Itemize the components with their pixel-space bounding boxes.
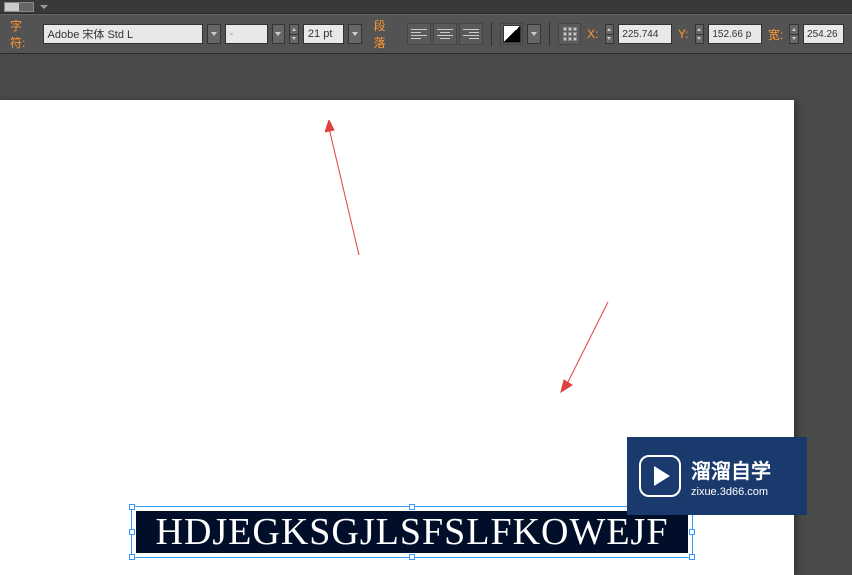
font-style-dropdown-btn[interactable] (272, 24, 286, 44)
y-value: 152.66 p (712, 29, 751, 40)
font-size-select[interactable]: 21 pt (303, 24, 344, 44)
text-frame-selection[interactable]: HDJEGKSGJLSFSLFKOWEJF (131, 506, 693, 558)
alignment-group (407, 23, 483, 45)
watermark-logo (639, 455, 681, 497)
resize-handle-tl[interactable] (129, 504, 135, 510)
spinner-up[interactable] (290, 25, 298, 35)
divider (549, 22, 550, 46)
text-selection-highlight: HDJEGKSGJLSFSLFKOWEJF (136, 511, 688, 553)
font-style-select[interactable]: - (225, 24, 268, 44)
watermark: 溜溜自学 zixue.3d66.com (627, 437, 807, 515)
resize-handle-tm[interactable] (409, 504, 415, 510)
spinner-down[interactable] (290, 35, 298, 44)
spinner-down[interactable] (606, 35, 614, 44)
align-right-button[interactable] (459, 23, 483, 45)
x-value: 225.744 (622, 29, 658, 40)
selected-text-content: HDJEGKSGJLSFSLFKOWEJF (156, 510, 669, 554)
annotation-arrow-1 (325, 120, 365, 260)
spinner-down[interactable] (696, 35, 704, 44)
align-center-button[interactable] (433, 23, 457, 45)
annotation-arrow-2 (558, 300, 613, 395)
spinner-up[interactable] (696, 25, 704, 35)
width-spinner[interactable] (789, 24, 799, 44)
text-toolbar: 字符: Adobe 宋体 Std L - 21 pt 段落 (0, 14, 852, 54)
swatch-dropdown-btn[interactable] (527, 24, 541, 44)
font-size-dropdown-btn[interactable] (348, 24, 362, 44)
chevron-down-icon (211, 32, 217, 36)
spinner-up[interactable] (790, 25, 798, 35)
view-mode-icon[interactable] (4, 2, 34, 12)
y-label: Y: (676, 27, 691, 41)
x-label: X: (585, 27, 600, 41)
fill-swatch-icon (503, 25, 521, 43)
spinner-up[interactable] (606, 25, 614, 35)
chevron-down-icon (275, 32, 281, 36)
font-style-value: - (230, 28, 234, 40)
font-family-select[interactable]: Adobe 宋体 Std L (43, 24, 203, 44)
divider (491, 22, 492, 46)
chevron-down-icon (352, 32, 358, 36)
play-icon (654, 466, 670, 486)
swatch-button[interactable] (500, 23, 523, 45)
reference-point-button[interactable] (558, 23, 581, 45)
resize-handle-bm[interactable] (409, 554, 415, 560)
align-left-button[interactable] (407, 23, 431, 45)
font-family-value: Adobe 宋体 Std L (48, 26, 134, 42)
chevron-down-icon (531, 32, 537, 36)
watermark-text-group: 溜溜自学 zixue.3d66.com (691, 455, 771, 498)
spinner-down[interactable] (790, 35, 798, 44)
y-spinner[interactable] (695, 24, 705, 44)
dropdown-arrow-icon[interactable] (40, 5, 48, 9)
font-size-spinner[interactable] (289, 24, 299, 44)
top-menu-bar (0, 0, 852, 14)
paragraph-label: 段落 (372, 17, 399, 51)
font-size-value: 21 pt (308, 28, 332, 40)
resize-handle-br[interactable] (689, 554, 695, 560)
font-family-dropdown-btn[interactable] (207, 24, 221, 44)
grid-icon (563, 27, 577, 41)
x-spinner[interactable] (605, 24, 615, 44)
watermark-title: 溜溜自学 (691, 455, 771, 484)
resize-handle-bl[interactable] (129, 554, 135, 560)
x-coordinate-input[interactable]: 225.744 (618, 24, 672, 44)
watermark-url: zixue.3d66.com (691, 486, 771, 498)
width-value: 254.26 (807, 29, 838, 40)
width-input[interactable]: 254.26 (803, 24, 844, 44)
width-label: 宽: (766, 26, 785, 43)
character-label: 字符: (8, 17, 39, 51)
y-coordinate-input[interactable]: 152.66 p (708, 24, 762, 44)
